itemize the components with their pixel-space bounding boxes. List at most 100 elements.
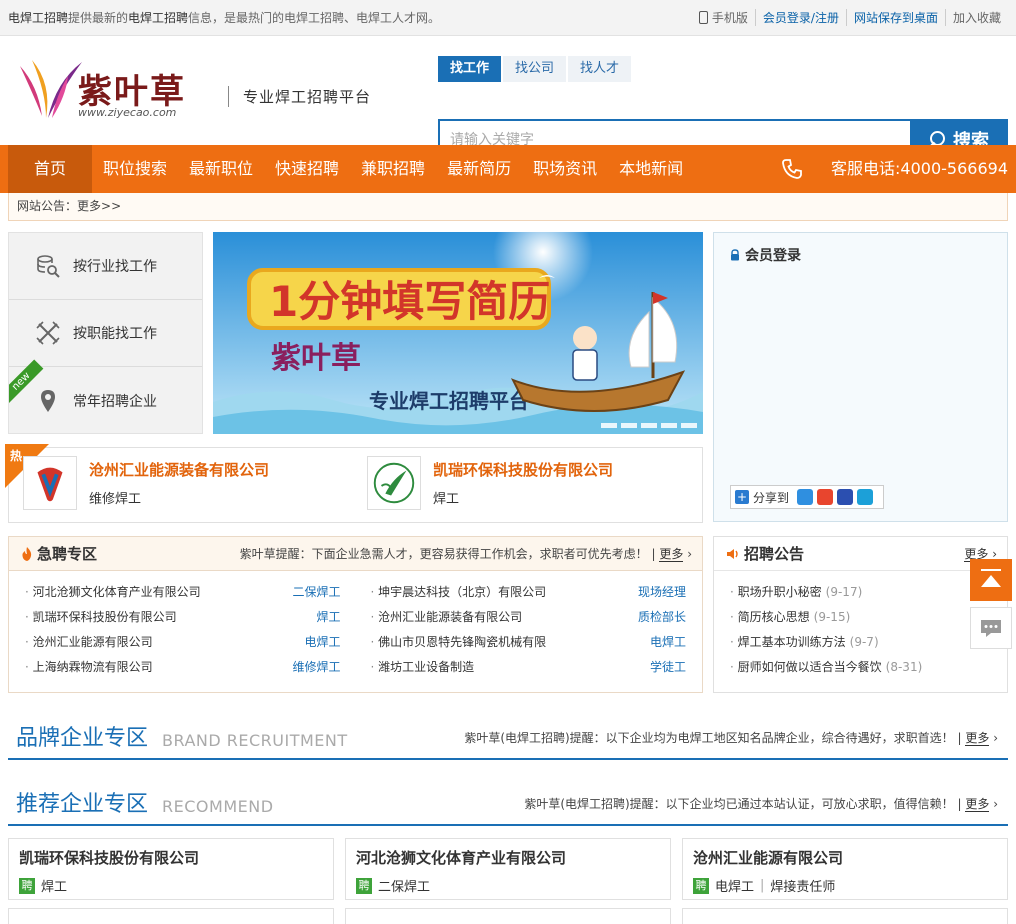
carousel-dot[interactable] — [641, 423, 657, 428]
recommend-card-2[interactable]: 河北沧狮文化体育产业有限公司 聘二保焊工 — [345, 838, 671, 900]
recommend-more-link[interactable]: 更多 — [965, 797, 990, 812]
member-login-panel: 会员登录 + 分享到 — [713, 232, 1008, 522]
svg-text:热: 热 — [10, 448, 22, 463]
speaker-icon — [727, 548, 738, 559]
nav-career-news[interactable]: 职场资讯 — [522, 145, 608, 193]
mobile-link[interactable]: 手机版 — [692, 9, 755, 26]
company-logo — [23, 456, 77, 510]
recommend-card-1[interactable]: 凯瑞环保科技股份有限公司 聘焊工 — [8, 838, 334, 900]
list-item[interactable]: 简历核心思想(9-15) — [730, 608, 1007, 633]
nav-latest-resumes[interactable]: 最新简历 — [436, 145, 522, 193]
telephone-icon — [782, 159, 802, 179]
chat-bubble-icon — [981, 620, 1001, 637]
baidu-paw-icon[interactable] — [837, 489, 854, 505]
rnotice-header: 招聘公告 更多 › — [714, 537, 1007, 571]
list-item: 上海纳霖物流有限公司维修焊工 — [25, 658, 341, 683]
list-item: 沧州汇业能源装备有限公司质检部长 — [371, 608, 686, 633]
hiring-badge: 聘 — [693, 877, 709, 894]
top-bar: 电焊工招聘提供最新的电焊工招聘信息，是最热门的电焊工招聘、电焊工人才网。 手机版… — [0, 0, 1016, 36]
side-item-by-function[interactable]: 按职能找工作 — [9, 300, 202, 367]
company-logo — [367, 456, 421, 510]
lock-icon — [731, 249, 739, 261]
main-nav: 首页 职位搜索 最新职位 快速招聘 兼职招聘 最新简历 职场资讯 本地新闻 客服… — [0, 145, 1016, 193]
member-login-title: 会员登录 — [714, 233, 1007, 265]
urgent-more-link[interactable]: 更多 — [659, 547, 684, 562]
nav-home[interactable]: 首页 — [8, 145, 92, 193]
promo-banner[interactable]: 1分钟填写简历 紫叶草 专业焊工招聘平台 — [213, 232, 703, 434]
rnotice-title: 招聘公告 — [744, 545, 805, 563]
nav-local-news[interactable]: 本地新闻 — [608, 145, 694, 193]
side-item-perennial-employers[interactable]: new 常年招聘企业 — [9, 359, 202, 433]
mobile-phone-icon — [698, 11, 708, 24]
nav-job-search[interactable]: 职位搜索 — [92, 145, 178, 193]
list-item: 潍坊工业设备制造学徒工 — [371, 658, 686, 683]
hiring-badge: 聘 — [356, 877, 372, 894]
feedback-button[interactable] — [970, 607, 1012, 649]
list-item[interactable]: 厨师如何做以适合当今餐饮(8-31) — [730, 658, 1007, 683]
top-links: 手机版 会员登录/注册 网站保存到桌面 加入收藏 — [692, 9, 1008, 26]
list-item: 沧州汇业能源有限公司电焊工 — [25, 633, 341, 658]
recruitment-notice-section: 招聘公告 更多 › 职场升职小秘密(9-17) 简历核心思想(9-15) 焊工基… — [713, 536, 1008, 693]
hot-company-1[interactable]: 沧州汇业能源装备有限公司 维修焊工 — [23, 456, 269, 510]
intro-keyword-2[interactable]: 电焊工招聘 — [128, 11, 188, 25]
notice-more-link[interactable]: 更多>> — [77, 199, 121, 213]
hiring-badge: 聘 — [19, 877, 35, 894]
urgent-header: 急聘专区 紫叶草提醒：下面企业急需人才，更容易获得工作机会，求职者可优先考虑！ … — [9, 537, 702, 571]
carousel-dot[interactable] — [681, 423, 697, 428]
brand-section-header: 品牌企业专区 BRAND RECRUITMENT 紫叶草(电焊工招聘)提醒：以下… — [8, 714, 1008, 760]
hot-companies: 热 沧州汇业能源装备有限公司 维修焊工 凯瑞环保科技股份有限公司 焊工 — [5, 444, 703, 523]
flame-icon — [22, 546, 32, 561]
list-item: 河北沧狮文化体育产业有限公司二保焊工 — [25, 583, 341, 608]
urgent-title: 急聘专区 — [37, 545, 98, 563]
svg-text:紫叶草: 紫叶草 — [271, 341, 361, 376]
recommend-section-title: 推荐企业专区 — [16, 792, 149, 817]
list-item[interactable]: 职场升职小秘密(9-17) — [730, 583, 1007, 608]
brand-more-link[interactable]: 更多 — [965, 731, 990, 746]
recommend-section-header: 推荐企业专区 RECOMMEND 紫叶草(电焊工招聘)提醒：以下企业均已通过本站… — [8, 780, 1008, 826]
tencent-weibo-icon[interactable] — [857, 489, 874, 505]
search-tabs: 找工作 找公司 找人才 — [438, 56, 633, 82]
list-item: 坤宇晨达科技（北京）有限公司现场经理 — [371, 583, 686, 608]
nav-part-time[interactable]: 兼职招聘 — [350, 145, 436, 193]
logo-url: www.ziyecao.com — [78, 106, 177, 119]
save-to-desktop-link[interactable]: 网站保存到桌面 — [845, 9, 945, 26]
add-favorite-link[interactable]: 加入收藏 — [944, 9, 1008, 26]
intro-keyword[interactable]: 电焊工招聘 — [8, 11, 68, 25]
carousel-dot[interactable] — [621, 423, 637, 428]
back-to-top-button[interactable] — [970, 559, 1012, 601]
recommend-card-partial[interactable] — [682, 908, 1008, 924]
recommend-card-3[interactable]: 沧州汇业能源有限公司 聘电焊工 | 焊接责任师 — [682, 838, 1008, 900]
side-menu: 按行业找工作 按职能找工作 new 常年招聘企业 — [8, 232, 203, 434]
nav-quick-hire[interactable]: 快速招聘 — [264, 145, 350, 193]
carousel-dots — [597, 423, 697, 428]
list-item: 凯瑞环保科技股份有限公司焊工 — [25, 608, 341, 633]
hotline: 客服电话:4000-566694 — [831, 159, 1008, 178]
carousel-dot[interactable] — [661, 423, 677, 428]
tools-cross-icon — [36, 321, 60, 345]
site-notice: 网站公告：更多>> — [8, 193, 1008, 221]
database-search-icon — [37, 255, 60, 278]
location-pin-icon — [41, 389, 55, 412]
urgent-hiring-section: 急聘专区 紫叶草提醒：下面企业急需人才，更容易获得工作机会，求职者可优先考虑！ … — [8, 536, 703, 693]
tab-find-talent[interactable]: 找人才 — [568, 56, 632, 82]
qzone-icon[interactable] — [797, 489, 814, 505]
site-intro: 电焊工招聘提供最新的电焊工招聘信息，是最热门的电焊工招聘、电焊工人才网。 — [8, 11, 441, 25]
tab-find-job[interactable]: 找工作 — [438, 56, 502, 82]
weibo-icon[interactable] — [817, 489, 834, 505]
share-plus-icon[interactable]: + — [735, 490, 749, 504]
carousel-dot[interactable] — [601, 423, 617, 428]
list-item[interactable]: 焊工基本功训练方法(9-7) — [730, 633, 1007, 658]
svg-text:1分钟填写简历: 1分钟填写简历 — [269, 277, 550, 326]
urgent-list-right: 坤宇晨达科技（北京）有限公司现场经理 沧州汇业能源装备有限公司质检部长 佛山市贝… — [371, 583, 686, 683]
urgent-lists: 河北沧狮文化体育产业有限公司二保焊工 凯瑞环保科技股份有限公司焊工 沧州汇业能源… — [9, 571, 702, 683]
brand-section-title: 品牌企业专区 — [16, 726, 149, 751]
recommend-card-partial[interactable] — [345, 908, 671, 924]
tab-find-company[interactable]: 找公司 — [503, 56, 567, 82]
hot-company-2[interactable]: 凯瑞环保科技股份有限公司 焊工 — [367, 456, 613, 510]
slogan: 专业焊工招聘平台 — [228, 86, 371, 107]
recommend-card-partial[interactable] — [8, 908, 334, 924]
login-register-link[interactable]: 会员登录/注册 — [754, 9, 846, 26]
nav-latest-jobs[interactable]: 最新职位 — [178, 145, 264, 193]
share-label[interactable]: 分享到 — [753, 489, 789, 506]
side-item-by-industry[interactable]: 按行业找工作 — [9, 233, 202, 300]
